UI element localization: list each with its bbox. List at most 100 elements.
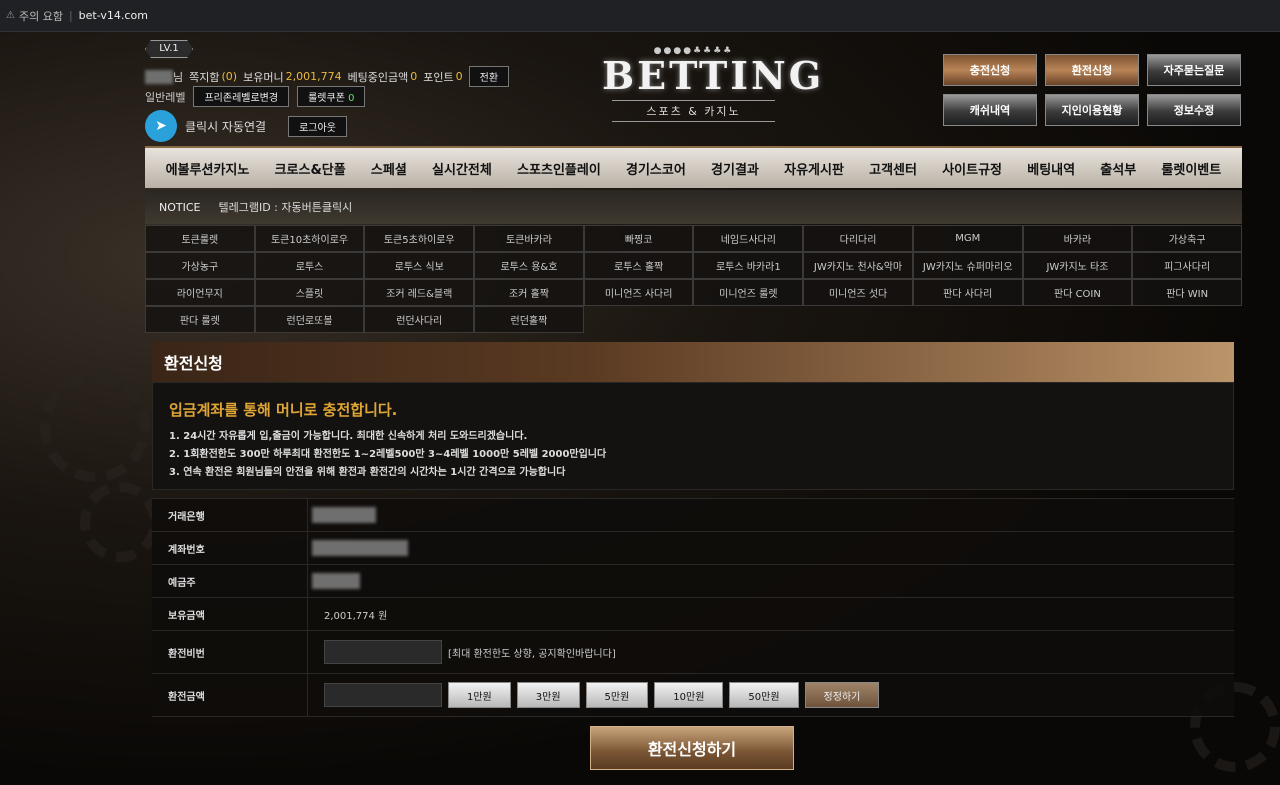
- message-link[interactable]: 쪽지함: [189, 69, 219, 85]
- nav-item-13[interactable]: 룰렛이벤트: [1161, 159, 1221, 178]
- url-text[interactable]: bet-v14.com: [79, 9, 148, 22]
- divider: |: [68, 9, 73, 22]
- telegram-link[interactable]: ➤ 클릭시 자동연결 로그아웃: [145, 110, 347, 142]
- game-link-24[interactable]: 조커 홀짝: [474, 279, 584, 306]
- nav-item-7[interactable]: 경기결과: [711, 159, 759, 178]
- convert-button[interactable]: 전환: [468, 66, 510, 87]
- amount-button-5[interactable]: 50만원: [729, 682, 799, 708]
- game-link-7[interactable]: 다리다리: [803, 225, 913, 252]
- reset-amount-button[interactable]: 정정하기: [804, 682, 880, 708]
- game-link-3[interactable]: 토큰5초하이로우: [364, 225, 475, 252]
- game-link-25[interactable]: 미니언즈 사다리: [583, 279, 694, 306]
- game-link-17[interactable]: JW카지노 천사&악마: [803, 252, 913, 279]
- game-link-28[interactable]: 판다 사다리: [912, 279, 1023, 306]
- point-value: 0: [455, 70, 463, 83]
- level-badge: LV.1: [145, 40, 193, 58]
- main-nav: 에볼루션카지노 크로스&단폴 스페셜 실시간전체 스포츠인플레이 경기스코어 경기결과 자유게…: [145, 146, 1242, 188]
- game-link-20[interactable]: 피그사다리: [1132, 252, 1242, 279]
- game-link-22[interactable]: 스플릿: [254, 279, 365, 306]
- rule-1: 1. 24시간 자유롭게 입,출금이 가능합니다. 최대한 신속하게 처리 도와…: [169, 431, 528, 442]
- game-link-11[interactable]: 가상농구: [145, 252, 255, 279]
- money-label: 보유머니: [243, 70, 284, 84]
- notice-text[interactable]: 텔레그램ID : 자동버튼클릭시: [218, 199, 352, 215]
- coupon-count: 0: [348, 93, 355, 104]
- game-link-6[interactable]: 네임드사다리: [693, 225, 804, 252]
- amount-row: 환전금액 1만원 3만원 5만원 10만원 50만원 정정하기: [152, 674, 1234, 717]
- password-hint: [최대 환전한도 상향, 공지확인바랍니다]: [448, 648, 616, 660]
- game-link-14[interactable]: 로투스 용&호: [474, 252, 584, 279]
- level-change-button[interactable]: 프리존레벨로변경: [193, 86, 290, 107]
- submit-withdraw-button[interactable]: 환전신청하기: [590, 726, 794, 770]
- game-link-16[interactable]: 로투스 바카라1: [693, 252, 804, 279]
- amount-button-2[interactable]: 3만원: [516, 682, 580, 708]
- security-warning[interactable]: 주의 요함: [19, 8, 63, 24]
- game-link-18[interactable]: JW카지노 슈퍼마리오: [912, 252, 1023, 279]
- game-link-29[interactable]: 판다 COIN: [1022, 279, 1133, 306]
- balance-row: 보유금액 2,001,774 원: [152, 598, 1234, 631]
- account-row: 계좌번호: [152, 532, 1234, 565]
- amount-button-4[interactable]: 10만원: [654, 682, 724, 708]
- nav-item-1[interactable]: 에볼루션카지노: [166, 159, 250, 178]
- nav-item-10[interactable]: 사이트규정: [942, 159, 1002, 178]
- game-link-12[interactable]: 로투스: [254, 252, 365, 279]
- nav-item-8[interactable]: 자유게시판: [784, 159, 844, 178]
- nav-item-12[interactable]: 출석부: [1100, 159, 1136, 178]
- top-button-2[interactable]: 환전신청: [1045, 54, 1139, 86]
- name-suffix: 님: [173, 70, 184, 84]
- account-label: 계좌번호: [152, 532, 308, 564]
- game-link-9[interactable]: 바카라: [1022, 225, 1133, 252]
- game-link-15[interactable]: 로투스 홀짝: [583, 252, 694, 279]
- game-link-33[interactable]: 런던사다리: [364, 306, 475, 333]
- bank-row: 거래은행: [152, 499, 1234, 532]
- bank-value-blurred: [312, 507, 376, 523]
- game-link-4[interactable]: 토큰바카라: [474, 225, 584, 252]
- holder-value-blurred: [312, 573, 360, 589]
- game-link-30[interactable]: 판다 WIN: [1132, 279, 1242, 306]
- message-count[interactable]: (0): [222, 70, 238, 83]
- password-input[interactable]: [324, 640, 442, 664]
- telegram-icon[interactable]: ➤: [145, 110, 177, 142]
- site-logo[interactable]: ●●●●♣♣♣♣ BETTING 스포츠 & 카지노: [602, 46, 821, 132]
- betting-value: 0: [410, 70, 418, 83]
- top-button-3[interactable]: 자주묻는질문: [1147, 54, 1241, 86]
- game-link-1[interactable]: 토큰룰렛: [145, 225, 255, 252]
- top-button-4[interactable]: 캐쉬내역: [943, 94, 1037, 126]
- top-button-5[interactable]: 지인이용현황: [1045, 94, 1139, 126]
- logout-button[interactable]: 로그아웃: [288, 115, 347, 137]
- game-link-21[interactable]: 라이언무지: [145, 279, 255, 306]
- top-button-6[interactable]: 정보수정: [1147, 94, 1241, 126]
- logo-subtitle: 스포츠 & 카지노: [612, 100, 775, 122]
- coupon-button[interactable]: 룰렛쿠폰 0: [297, 86, 366, 107]
- game-link-10[interactable]: 가상축구: [1132, 225, 1242, 252]
- bank-label: 거래은행: [152, 499, 308, 531]
- game-link-32[interactable]: 런던로또볼: [254, 306, 365, 333]
- game-link-34[interactable]: 런던홀짝: [474, 306, 584, 333]
- telegram-label[interactable]: 클릭시 자동연결: [185, 118, 266, 135]
- game-link-2[interactable]: 토큰10초하이로우: [254, 225, 365, 252]
- holder-label: 예금주: [152, 565, 308, 597]
- amount-label: 환전금액: [152, 674, 308, 716]
- game-link-23[interactable]: 조커 레드&블랙: [364, 279, 475, 306]
- game-link-27[interactable]: 미니언즈 섯다: [803, 279, 913, 306]
- nav-item-3[interactable]: 스페셜: [371, 159, 407, 178]
- nav-item-5[interactable]: 스포츠인플레이: [517, 159, 601, 178]
- username-blurred: [145, 69, 173, 84]
- nav-item-4[interactable]: 실시간전체: [432, 159, 492, 178]
- browser-bar: ⚠ 주의 요함 | bet-v14.com: [0, 0, 1280, 32]
- game-link-31[interactable]: 판다 룰렛: [145, 306, 255, 333]
- game-link-26[interactable]: 미니언즈 룰렛: [693, 279, 804, 306]
- amount-button-1[interactable]: 1만원: [448, 682, 511, 708]
- amount-input[interactable]: [324, 683, 442, 707]
- game-link-5[interactable]: 빠찡코: [583, 225, 694, 252]
- game-link-8[interactable]: MGM: [912, 225, 1023, 252]
- nav-item-6[interactable]: 경기스코어: [626, 159, 686, 178]
- level-row: 일반레벨 프리존레벨로변경 룰렛쿠폰 0: [145, 86, 366, 107]
- nav-item-2[interactable]: 크로스&단폴: [275, 159, 346, 178]
- game-link-19[interactable]: JW카지노 타조: [1022, 252, 1133, 279]
- panel-title: 환전신청: [152, 342, 1234, 382]
- amount-button-3[interactable]: 5만원: [585, 682, 649, 708]
- top-button-1[interactable]: 충전신청: [943, 54, 1037, 86]
- nav-item-9[interactable]: 고객센터: [869, 159, 917, 178]
- nav-item-11[interactable]: 베팅내역: [1027, 159, 1075, 178]
- game-link-13[interactable]: 로투스 식보: [364, 252, 475, 279]
